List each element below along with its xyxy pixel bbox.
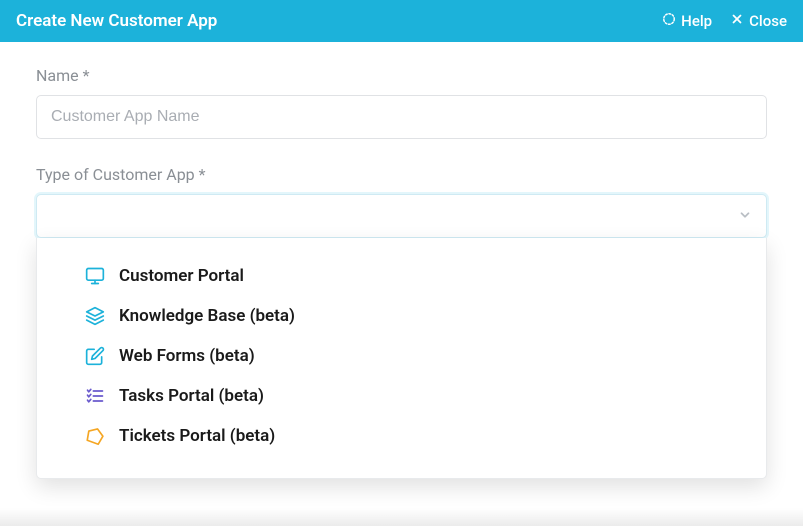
bottom-shadow (0, 508, 803, 526)
dialog-content: Name * Type of Customer App * Customer P… (0, 42, 803, 238)
option-tasks-portal[interactable]: Tasks Portal (beta) (37, 376, 766, 416)
type-dropdown: Customer Portal Knowledge Base (beta) We… (36, 238, 767, 479)
name-input[interactable] (36, 95, 767, 139)
name-field-block: Name * (36, 66, 767, 139)
header-actions: Help Close (662, 12, 787, 30)
option-label: Knowledge Base (beta) (119, 306, 295, 326)
option-customer-portal[interactable]: Customer Portal (37, 256, 766, 296)
help-button[interactable]: Help (662, 12, 712, 30)
type-field-block: Type of Customer App * Customer Portal (36, 165, 767, 238)
monitor-icon (85, 266, 105, 286)
chevron-down-icon (738, 207, 752, 226)
ticket-icon (85, 426, 105, 446)
option-knowledge-base[interactable]: Knowledge Base (beta) (37, 296, 766, 336)
type-label: Type of Customer App * (36, 165, 767, 184)
option-label: Web Forms (beta) (119, 346, 255, 366)
option-tickets-portal[interactable]: Tickets Portal (beta) (37, 416, 766, 456)
option-web-forms[interactable]: Web Forms (beta) (37, 336, 766, 376)
option-label: Customer Portal (119, 266, 244, 286)
close-icon (730, 12, 744, 30)
close-label: Close (749, 12, 787, 30)
type-select[interactable] (36, 194, 767, 238)
help-icon (662, 12, 676, 30)
edit-icon (85, 346, 105, 366)
type-select-wrapper: Customer Portal Knowledge Base (beta) We… (36, 194, 767, 238)
option-label: Tasks Portal (beta) (119, 386, 264, 406)
option-label: Tickets Portal (beta) (119, 426, 275, 446)
dialog-header: Create New Customer App Help Close (0, 0, 803, 42)
close-button[interactable]: Close (730, 12, 787, 30)
name-label: Name * (36, 66, 767, 85)
help-label: Help (681, 12, 712, 30)
layers-icon (85, 306, 105, 326)
dialog-title: Create New Customer App (16, 11, 217, 31)
tasks-icon (85, 386, 105, 406)
